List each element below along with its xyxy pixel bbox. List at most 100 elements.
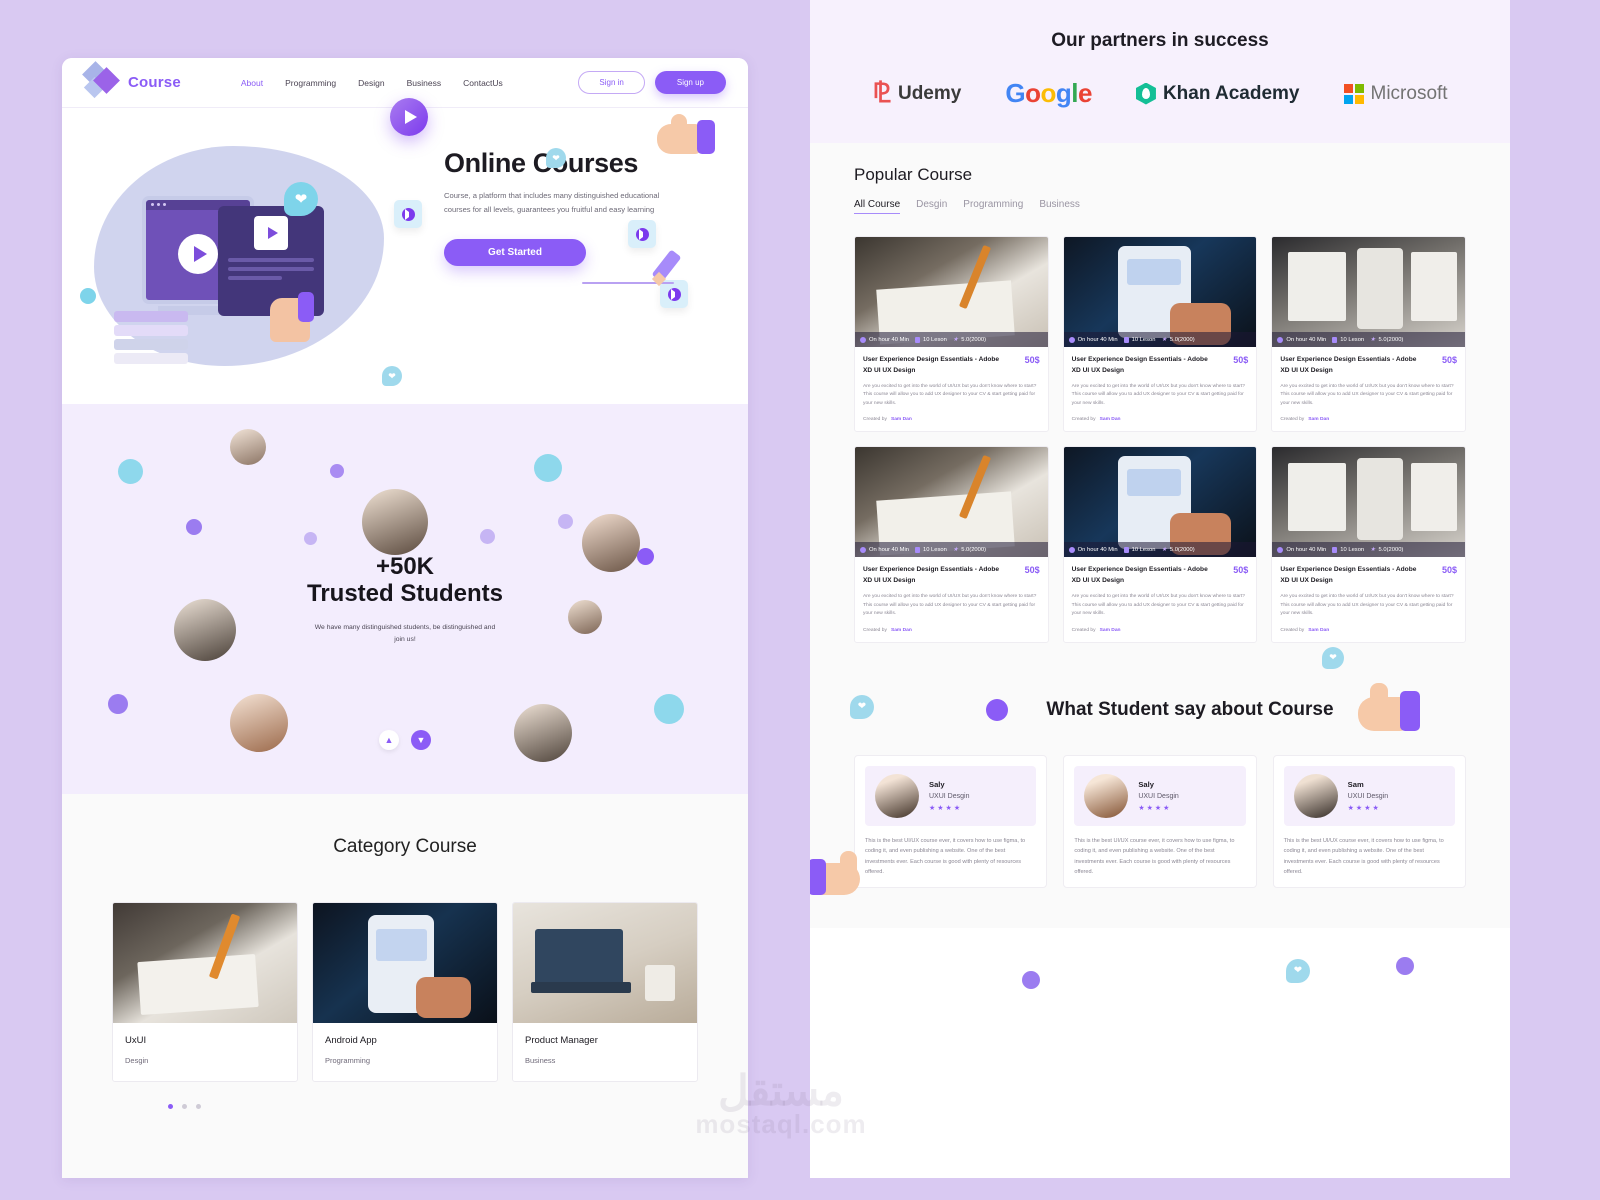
card-play-icon xyxy=(254,216,288,250)
course-rating: ★ 5.0(2000) xyxy=(952,546,987,554)
created-by-label: Created by xyxy=(1280,627,1305,633)
course-description: Are you excited to get into the world of… xyxy=(1280,383,1454,406)
partner-name: Khan Academy xyxy=(1162,82,1300,104)
students-label: Trusted Students xyxy=(306,580,504,608)
testimonial-text: This is the best UI/UX course ever, it c… xyxy=(865,837,1026,875)
avatar xyxy=(568,600,602,634)
right-mockup-panel: Our partners in success ⅊ Udemy Google K… xyxy=(810,0,1510,1178)
course-title: User Experience Design Essentials - Adob… xyxy=(1280,566,1417,585)
course-card[interactable]: On hour 40 Min 10 Leson ★ 5.0(2000) 50$ U… xyxy=(854,446,1049,643)
course-title: User Experience Design Essentials - Adob… xyxy=(1280,356,1417,374)
partner-name: Udemy xyxy=(897,82,962,104)
decor-dot xyxy=(108,694,128,714)
testimonial-card[interactable]: Sam UXUI Desgin ★★★★ This is the best UI… xyxy=(1272,754,1466,889)
nav-link-business[interactable]: Business xyxy=(407,78,442,88)
popular-course-tabs: All Course Desgin Programming Business xyxy=(854,199,1466,214)
tab-programming[interactable]: Programming xyxy=(963,199,1023,214)
course-card[interactable]: On hour 40 Min 10 Leson ★ 5.0(2000) 50$ U… xyxy=(1062,236,1258,433)
left-mockup-panel: Course About Programming Design Business… xyxy=(62,58,748,1178)
partner-logo-microsoft[interactable]: Microsoft xyxy=(1343,82,1448,105)
category-card-name: Product Manager xyxy=(525,1035,598,1046)
carousel-dot-1[interactable] xyxy=(168,1104,173,1109)
scroll-up-button[interactable]: ▲ xyxy=(379,730,399,750)
video-chip-icon xyxy=(628,220,656,248)
course-meta-bar: On hour 40 Min 10 Leson ★ 5.0(2000) xyxy=(1272,332,1465,347)
testimonial-name: Saly xyxy=(929,779,945,789)
nav-actions: Sign in Sign up xyxy=(578,71,726,94)
tab-all-course[interactable]: All Course xyxy=(854,199,901,214)
course-lessons: 10 Leson xyxy=(1332,336,1364,343)
course-description: Are you excited to get into the world of… xyxy=(863,383,1037,406)
course-author-line: Created by Sam Dan xyxy=(1072,417,1249,422)
testimonial-header: Sam UXUI Desgin ★★★★ xyxy=(1283,765,1455,826)
category-card-name: Android App xyxy=(325,1035,377,1046)
testimonial-text: This is the best UI/UX course ever, it c… xyxy=(1283,837,1444,875)
course-duration: On hour 40 Min xyxy=(1068,546,1118,553)
tab-business[interactable]: Business xyxy=(1039,199,1080,214)
partner-logos-row: ⅊ Udemy Google Khan Academy Microsoft xyxy=(810,78,1510,109)
hero-copy: ❤ ❤ Online Courses Course, a platform th… xyxy=(382,98,748,404)
testimonial-role: UXUI Desgin xyxy=(1138,792,1179,800)
brand-name: Course xyxy=(128,74,181,91)
testimonials-section: What Student say about Course Saly UXUI … xyxy=(810,646,1510,989)
testimonial-header: Saly UXUI Desgin ★★★★ xyxy=(1074,765,1246,826)
sign-up-button[interactable]: Sign up xyxy=(654,71,726,94)
hero-illustration: ❤ xyxy=(62,108,402,404)
course-card[interactable]: On hour 40 Min 10 Leson ★ 5.0(2000) 50$ U… xyxy=(1062,446,1258,643)
nav-link-contactus[interactable]: ContactUs xyxy=(463,78,503,88)
course-rating: ★ 5.0(2000) xyxy=(1370,336,1404,344)
thumbs-up-illustration xyxy=(657,114,715,158)
category-card-body: UxUI Desgin xyxy=(113,1023,297,1081)
course-card-body: 50$ User Experience Design Essentials - … xyxy=(1272,347,1465,431)
sign-in-button[interactable]: Sign in xyxy=(578,71,645,94)
category-card-tag: Programming xyxy=(325,1056,371,1065)
course-card[interactable]: On hour 40 Min 10 Leson ★ 5.0(2000) 50$ U… xyxy=(854,236,1049,433)
category-thumbnail-product xyxy=(513,903,697,1023)
course-description: Are you excited to get into the world of… xyxy=(1280,594,1454,617)
course-author-line: Created by Sam Dan xyxy=(1280,628,1457,633)
tab-desgin[interactable]: Desgin xyxy=(916,199,947,214)
rating-stars: ★★★★ xyxy=(929,804,963,812)
category-card[interactable]: UxUI Desgin xyxy=(112,902,298,1082)
course-price: 50$ xyxy=(1024,565,1040,576)
hero-subtitle: Course, a platform that includes many di… xyxy=(444,191,660,215)
nav-link-about[interactable]: About xyxy=(241,78,263,88)
testimonial-card[interactable]: Saly UXUI Desgin ★★★★ This is the best U… xyxy=(854,754,1048,889)
course-author: Sam Dan xyxy=(1099,417,1121,423)
decor-dot xyxy=(558,514,573,529)
carousel-dot-2[interactable] xyxy=(182,1104,187,1109)
partner-logo-udemy[interactable]: ⅊ Udemy xyxy=(872,80,962,107)
course-thumbnail: On hour 40 Min 10 Leson ★ 5.0(2000) xyxy=(855,237,1048,347)
course-price: 50$ xyxy=(1024,355,1040,365)
course-author-line: Created by Sam Dan xyxy=(1280,417,1457,422)
nav-link-programming[interactable]: Programming xyxy=(285,78,336,88)
get-started-button[interactable]: Get Started xyxy=(444,239,586,267)
course-card-body: 50$ User Experience Design Essentials - … xyxy=(855,347,1048,431)
category-thumbnail-uxui xyxy=(113,903,297,1023)
course-meta-bar: On hour 40 Min 10 Leson ★ 5.0(2000) xyxy=(1063,332,1257,347)
nav-link-design[interactable]: Design xyxy=(358,78,384,88)
course-card[interactable]: On hour 40 Min 10 Leson ★ 5.0(2000) 50$ U… xyxy=(1271,236,1466,433)
carousel-dot-3[interactable] xyxy=(196,1104,201,1109)
course-grid: On hour 40 Min 10 Leson ★ 5.0(2000) 50$ U… xyxy=(854,236,1466,643)
partner-logo-google[interactable]: Google xyxy=(1005,78,1092,109)
course-author: Sam Dan xyxy=(1308,417,1330,423)
small-bubble-icon: ❤ xyxy=(382,366,402,386)
category-card[interactable]: Product Manager Business xyxy=(512,902,698,1082)
created-by-label: Created by xyxy=(863,627,887,633)
partner-name: Microsoft xyxy=(1370,82,1448,104)
course-author: Sam Dan xyxy=(1099,627,1121,633)
course-card[interactable]: On hour 40 Min 10 Leson ★ 5.0(2000) 50$ U… xyxy=(1271,446,1466,643)
partners-section: Our partners in success ⅊ Udemy Google K… xyxy=(810,0,1510,143)
category-card[interactable]: Android App Programming xyxy=(312,902,498,1082)
course-title: User Experience Design Essentials - Adob… xyxy=(863,356,1000,374)
hero-play-badge-icon[interactable] xyxy=(390,98,428,136)
category-card-body: Android App Programming xyxy=(313,1023,497,1081)
partner-logo-khan-academy[interactable]: Khan Academy xyxy=(1135,82,1300,105)
scroll-down-button[interactable]: ▼ xyxy=(411,730,431,750)
testimonial-card[interactable]: Saly UXUI Desgin ★★★★ This is the best U… xyxy=(1063,754,1257,889)
rating-stars: ★★★★ xyxy=(1138,804,1172,812)
decor-dot xyxy=(330,464,344,478)
brand-logo[interactable]: Course xyxy=(82,60,181,102)
decor-dot xyxy=(304,532,317,545)
